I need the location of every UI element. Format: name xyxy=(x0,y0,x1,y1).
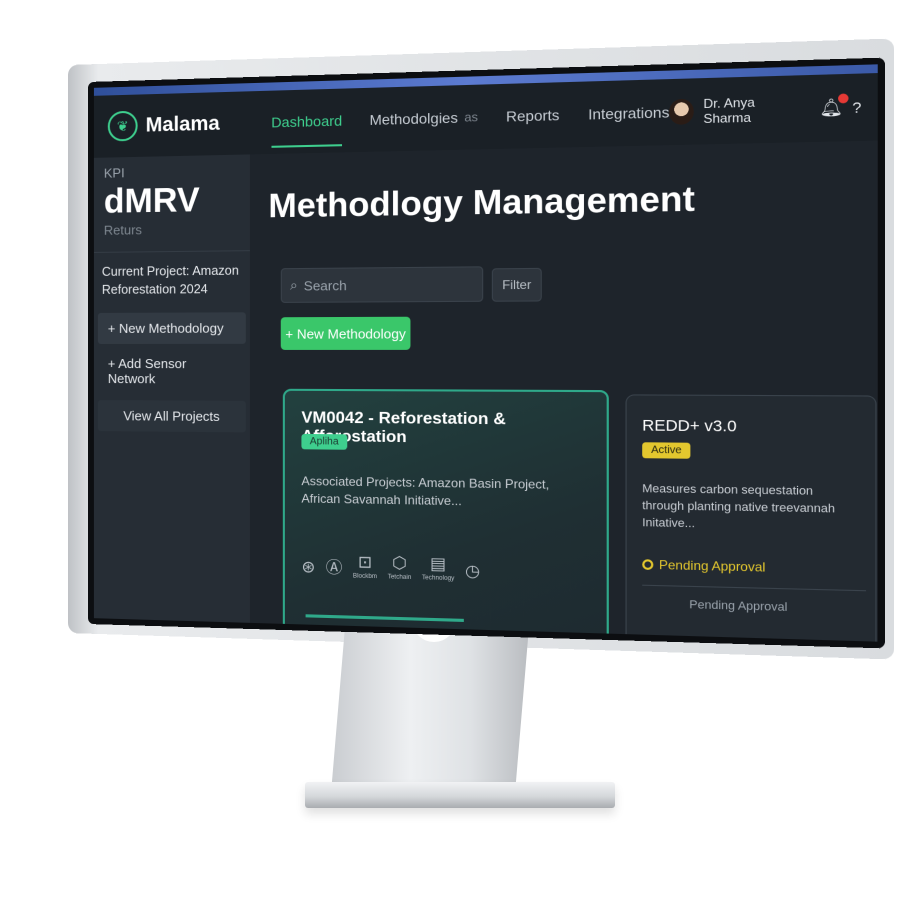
page-title: Methodlogy Management xyxy=(268,178,695,225)
pending-icon xyxy=(642,559,654,571)
nav-integrations[interactable]: Integrations xyxy=(588,79,669,147)
monitor-stand xyxy=(330,615,530,805)
leaf-logo-icon: ❦ xyxy=(107,110,138,142)
sidebar-add-sensor-button[interactable]: + Add Sensor Network xyxy=(98,348,246,395)
returns-label: Returs xyxy=(93,220,250,253)
card-description: Measures carbon sequestation through pla… xyxy=(642,482,836,531)
pending-status: Pending Approval xyxy=(642,557,765,575)
bell-icon[interactable]: 🔔︎ xyxy=(819,93,849,119)
main-nav: Dashboard Methodolgies as Reports Integr… xyxy=(271,79,669,154)
kpi-label: KPI xyxy=(103,165,125,181)
monitor-screen: ❦ Malama Dashboard Methodolgies as Repor… xyxy=(88,57,885,649)
sidebar: KPI dMRV Returs Current Project: Amazon … xyxy=(93,154,250,623)
current-project[interactable]: Current Project: Amazon Reforestation 20… xyxy=(94,251,250,309)
timer-icon: ◷ xyxy=(465,562,481,581)
card-description: Associated Projects: Amazon Basin Projec… xyxy=(301,473,550,509)
filter-button[interactable]: Filter xyxy=(491,267,542,302)
divider xyxy=(642,584,867,592)
nav-reports[interactable]: Reports xyxy=(506,82,559,148)
methodology-card-redd[interactable]: REDD+ v3.0 Active Measures carbon seques… xyxy=(625,394,877,649)
help-icon[interactable]: ? xyxy=(852,99,861,117)
brand[interactable]: ❦ Malama xyxy=(94,107,261,142)
nav-methodologies-suffix: as xyxy=(464,109,478,125)
technology-icon: ▤ Technology xyxy=(421,555,455,583)
status-badge: Active xyxy=(642,442,691,459)
nav-methodologies-label: Methodolgies xyxy=(369,109,458,129)
avatar[interactable] xyxy=(669,98,695,125)
card-progress-bar xyxy=(305,614,464,622)
dmrv-title: dMRV xyxy=(103,180,200,221)
search-placeholder: Search xyxy=(303,277,347,294)
new-methodology-button[interactable]: + New Methodology xyxy=(280,316,411,350)
methodology-card-vm0042[interactable]: VM0042 - Reforestation & Afforostation A… xyxy=(282,388,609,649)
search-icon: ⌕ xyxy=(290,277,298,293)
user-area: Dr. Anya Sharma 🔔︎ ? xyxy=(669,92,877,127)
status-badge: Apliha xyxy=(301,433,348,450)
blockchain-icon: ⊡ Blockbm xyxy=(352,553,378,581)
card-title: VM0042 - Reforestation & Afforostation xyxy=(301,409,506,447)
brain-icon: ⊛ xyxy=(301,558,316,577)
monitor-base xyxy=(305,782,615,808)
pending-status-secondary: Pending Approval xyxy=(689,598,788,615)
notification-dot xyxy=(838,93,849,104)
pending-label: Pending Approval xyxy=(658,557,766,575)
nav-dashboard[interactable]: Dashboard xyxy=(271,89,342,154)
tech-icons: ⊛ Ⓐ ⊡ Blockbm ⬡ Tetchain ▤ Technology ◷ xyxy=(301,553,480,583)
ai-icon: Ⓐ xyxy=(325,559,343,578)
sidebar-new-methodology-button[interactable]: + New Methodology xyxy=(97,312,246,344)
card-title: REDD+ v3.0 xyxy=(642,416,737,436)
user-name[interactable]: Dr. Anya Sharma xyxy=(703,94,798,126)
search-input[interactable]: ⌕ Search xyxy=(280,266,484,303)
techchain-icon: ⬡ Tetchain xyxy=(387,554,412,582)
nav-methodologies[interactable]: Methodolgies as xyxy=(369,85,478,152)
brand-name: Malama xyxy=(145,111,220,137)
view-all-projects-button[interactable]: View All Projects xyxy=(97,400,246,433)
main-content: Methodlogy Management ⌕ Search Filter + … xyxy=(249,140,878,649)
